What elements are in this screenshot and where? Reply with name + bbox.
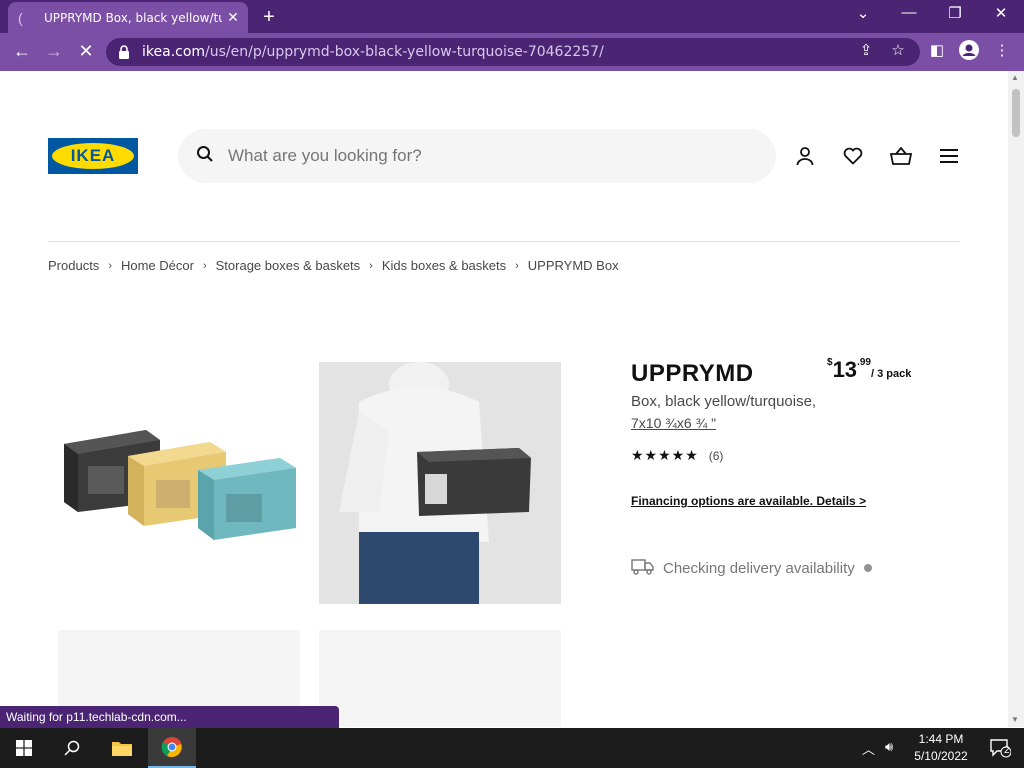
scroll-up-arrow-icon[interactable]: ▲: [1011, 73, 1019, 82]
rating-stars-icon: ★★★★★: [631, 447, 699, 463]
breadcrumb-item[interactable]: Kids boxes & baskets: [382, 258, 506, 273]
breadcrumb-item[interactable]: Storage boxes & baskets: [216, 258, 361, 273]
financing-link[interactable]: Financing options are available. Details…: [631, 494, 866, 508]
clock-time: 1:44 PM: [918, 732, 964, 746]
header-divider: [48, 241, 960, 242]
scroll-down-arrow-icon[interactable]: ▼: [1011, 715, 1019, 724]
price-unit: / 3 pack: [870, 368, 912, 380]
account-icon[interactable]: [792, 143, 818, 169]
product-image-lifestyle[interactable]: [319, 362, 561, 604]
search-bar[interactable]: [178, 129, 776, 183]
browser-titlebar: ( UPPRYMD Box, black yellow/turquoise ✕ …: [0, 0, 1024, 33]
search-input[interactable]: [228, 146, 728, 166]
review-count: (6): [708, 448, 724, 463]
taskbar-clock[interactable]: 1:44 PM 5/10/2022: [910, 731, 972, 765]
tray-chevron-up-icon[interactable]: ︿: [862, 739, 875, 758]
ikea-logo[interactable]: IKEA: [48, 138, 138, 174]
product-rating[interactable]: ★★★★★ (6): [631, 447, 723, 464]
forward-icon[interactable]: →: [42, 41, 66, 62]
chevron-right-icon: ›: [202, 259, 207, 272]
scrollbar-thumb[interactable]: [1012, 89, 1020, 137]
volume-icon[interactable]: 🔊︎: [885, 739, 893, 755]
product-image-placeholder[interactable]: [319, 630, 561, 727]
delivery-truck-icon: [631, 557, 655, 579]
browser-toolbar: ← → ✕ ikea.com/us/en/p/upprymd-box-black…: [0, 33, 1024, 71]
breadcrumb: Products › Home Décor › Storage boxes & …: [48, 258, 619, 273]
menu-kebab-icon[interactable]: ⋮: [991, 41, 1013, 59]
delivery-status: Checking delivery availability: [631, 557, 872, 579]
chevron-right-icon: ›: [108, 259, 112, 272]
browser-tab[interactable]: ( UPPRYMD Box, black yellow/turquoise ✕: [8, 2, 248, 33]
notification-count: 2: [1004, 745, 1010, 756]
search-icon[interactable]: [196, 145, 216, 168]
chrome-taskbar-icon[interactable]: [148, 728, 196, 768]
breadcrumb-current: UPPRYMD Box: [527, 258, 619, 273]
product-dimensions-link[interactable]: 7x10 ¾x6 ¾ ": [631, 415, 716, 431]
product-name: UPPRYMD: [631, 360, 754, 387]
product-description: Box, black yellow/turquoise,: [631, 393, 817, 410]
price-integer: 13: [832, 357, 858, 382]
file-explorer-icon[interactable]: [98, 728, 146, 768]
page-scrollbar[interactable]: ▲ ▼: [1008, 71, 1024, 727]
shopping-bag-icon[interactable]: [888, 143, 914, 169]
address-bar[interactable]: ikea.com/us/en/p/upprymd-box-black-yello…: [106, 38, 920, 66]
bookmark-star-icon[interactable]: ☆: [887, 41, 909, 59]
logo-text: IKEA: [70, 146, 116, 165]
taskbar-search-icon[interactable]: [48, 728, 96, 768]
delivery-text: Checking delivery availability: [663, 559, 855, 577]
chevron-right-icon: ›: [369, 259, 373, 272]
tab-search-icon[interactable]: ⌄: [848, 4, 878, 22]
side-panel-icon[interactable]: ◧: [926, 41, 948, 59]
favorites-heart-icon[interactable]: [840, 143, 866, 169]
product-price: $13.99/ 3 pack: [827, 357, 911, 383]
restore-icon[interactable]: ❐: [940, 4, 970, 22]
breadcrumb-item[interactable]: Products: [48, 258, 99, 273]
minimize-icon[interactable]: —: [894, 4, 924, 21]
chevron-right-icon: ›: [515, 259, 519, 272]
stop-icon[interactable]: ✕: [74, 41, 98, 62]
web-page: IKEA Products › Home Décor › Storage box…: [0, 71, 1008, 727]
status-bubble: Waiting for p11.techlab-cdn.com...: [0, 706, 339, 728]
window-close-icon[interactable]: ✕: [986, 4, 1016, 22]
profile-avatar-icon[interactable]: [958, 40, 980, 64]
logo-oval: IKEA: [52, 143, 134, 169]
loading-dot-icon: [863, 564, 872, 572]
product-image-boxes[interactable]: [58, 362, 300, 604]
lock-icon[interactable]: [118, 45, 132, 59]
tab-title: UPPRYMD Box, black yellow/turquoise: [44, 10, 222, 25]
loading-spinner-icon: (: [18, 9, 23, 26]
url-text[interactable]: ikea.com/us/en/p/upprymd-box-black-yello…: [142, 44, 604, 60]
price-decimal: .99: [857, 357, 871, 368]
windows-taskbar: ︿ 🔊︎ 1:44 PM 5/10/2022 2: [0, 728, 1024, 768]
notifications-icon[interactable]: 2: [976, 728, 1024, 768]
share-icon[interactable]: ⇪: [855, 41, 877, 59]
hamburger-menu-icon[interactable]: [936, 143, 962, 169]
windows-start-icon[interactable]: [0, 728, 48, 768]
tab-close-icon[interactable]: ✕: [222, 9, 244, 26]
url-path: /us/en/p/upprymd-box-black-yellow-turquo…: [205, 44, 604, 60]
url-domain: ikea.com: [142, 44, 206, 60]
clock-date: 5/10/2022: [914, 749, 968, 763]
new-tab-icon[interactable]: +: [258, 6, 280, 29]
breadcrumb-item[interactable]: Home Décor: [121, 258, 194, 273]
back-icon[interactable]: ←: [10, 41, 34, 62]
